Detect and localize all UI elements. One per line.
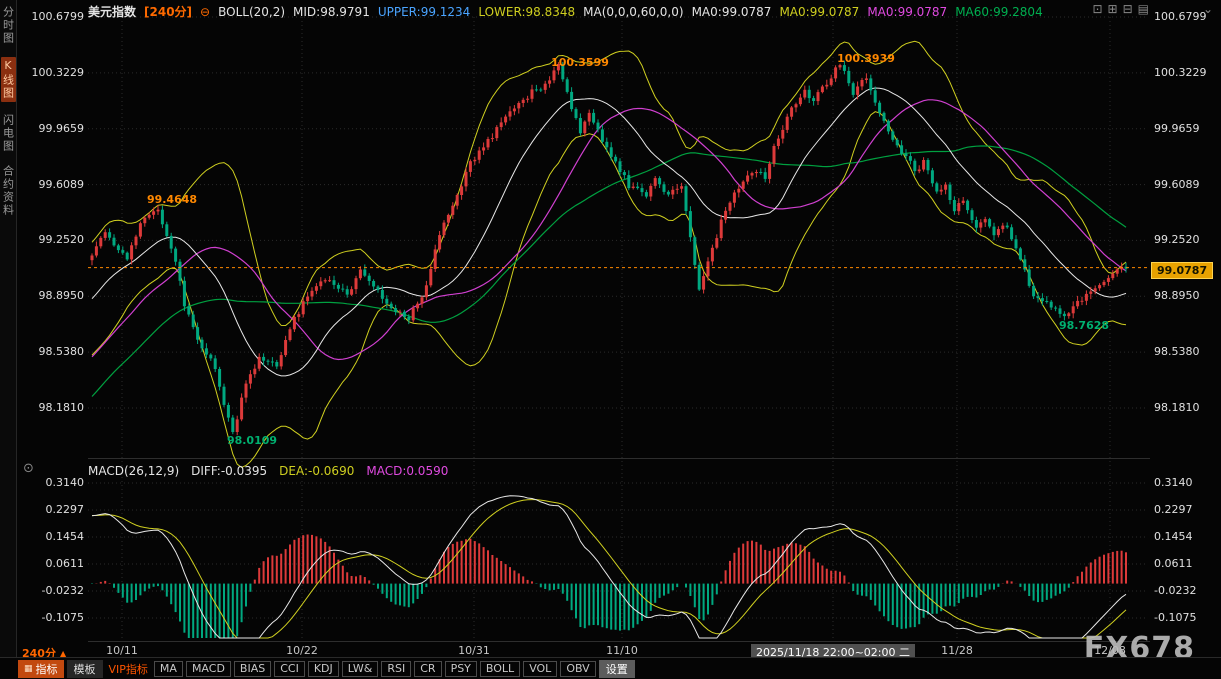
trading-app-window: 分时图 K线图闪电图合约资料 美元指数 [240分] ⊖ BOLL(20,2) M… <box>0 0 1221 679</box>
toolbar-button-ma[interactable]: MA <box>154 661 183 677</box>
price-tick-label: 98.1810 <box>1154 402 1218 414</box>
toolbar-button-lwr[interactable]: LW& <box>342 661 379 677</box>
date-tick-label: 11/28 <box>941 644 973 657</box>
sidebar-tab-time-chart[interactable]: 分时图 <box>1 6 16 45</box>
layout-rows-icon[interactable]: ⊟ <box>1123 2 1133 16</box>
toolbar-button-bias[interactable]: BIAS <box>234 661 271 677</box>
macd-tick-label: 0.2297 <box>1154 504 1218 516</box>
swing-high-label: 100.3599 <box>551 56 609 69</box>
price-tick-label: 99.2520 <box>24 234 84 246</box>
price-tick-label: 98.5380 <box>24 346 84 358</box>
sidebar-tab-kline-chart[interactable]: K线图 <box>1 57 16 102</box>
zoom-out-icon[interactable]: ⊖ <box>200 5 210 19</box>
sidebar: 分时图 K线图闪电图合约资料 <box>0 0 17 679</box>
ma-label: MA(0,0,0,60,0,0) <box>583 5 683 19</box>
toolbar-button-cr[interactable]: CR <box>414 661 441 677</box>
indicator-toolbar: ▦指标模板VIP指标MAMACDBIASCCIKDJLW&RSICRPSYBOL… <box>18 659 635 678</box>
toolbar-button-rsi[interactable]: RSI <box>381 661 411 677</box>
date-tick-label: 10/11 <box>106 644 138 657</box>
price-tick-label: 98.1810 <box>24 402 84 414</box>
swing-high-label: 100.3939 <box>837 52 895 65</box>
price-tick-label: 100.3229 <box>1154 67 1218 79</box>
panel-collapse-icon[interactable]: ⌄ <box>1203 2 1213 16</box>
boll-label: BOLL(20,2) <box>218 5 285 19</box>
boll-mid-value: MID:98.9791 <box>293 5 370 19</box>
macd-tick-label: 0.3140 <box>1154 477 1218 489</box>
price-tick-label: 99.9659 <box>1154 123 1218 135</box>
ma0-value-3: MA0:99.0787 <box>867 5 947 19</box>
swing-low-label: 98.0109 <box>227 434 277 447</box>
toolbar-button-template[interactable]: 模板 <box>67 660 103 678</box>
macd-tick-label: 0.0611 <box>24 558 84 570</box>
date-tick-label: 10/22 <box>286 644 318 657</box>
macd-tick-label: 0.1454 <box>1154 531 1218 543</box>
macd-tick-label: 0.2297 <box>24 504 84 516</box>
indicator-header: 美元指数 [240分] ⊖ BOLL(20,2) MID:98.9791 UPP… <box>88 4 1043 19</box>
macd-header: MACD(26,12,9) DIFF:-0.0395 DEA:-0.0690 M… <box>88 464 448 478</box>
toolbar-button-indicator[interactable]: ▦指标 <box>18 660 64 678</box>
layout-icons: ⊡ ⊞ ⊟ ▤ <box>1092 2 1149 16</box>
date-tick-label: 11/10 <box>606 644 638 657</box>
sidebar-tab-contract-info[interactable]: 合约资料 <box>1 165 16 217</box>
left-price-axis: 100.6799 100.3229 99.9659 99.6089 99.2520 98.… <box>24 0 84 660</box>
macd-tick-label: -0.1075 <box>1154 612 1218 624</box>
sidebar-tab-flash-chart[interactable]: 闪电图 <box>1 114 16 153</box>
toolbar-button-obv[interactable]: OBV <box>560 661 595 677</box>
macd-diff-value: DIFF:-0.0395 <box>191 464 267 478</box>
price-tick-label: 98.8950 <box>24 290 84 302</box>
period-badge[interactable]: [240分] <box>144 3 192 20</box>
swing-high-label: 99.4648 <box>147 193 197 206</box>
price-tick-label: 98.5380 <box>1154 346 1218 358</box>
indicator-grid-icon: ▦ <box>24 664 33 674</box>
boll-lower-value: LOWER:98.8348 <box>478 5 575 19</box>
toolbar-button-boll[interactable]: BOLL <box>480 661 520 677</box>
boll-upper-value: UPPER:99.1234 <box>378 5 470 19</box>
macd-tick-label: 0.3140 <box>24 477 84 489</box>
right-price-axis: 100.6799100.322999.965999.608999.252098.… <box>1154 0 1218 660</box>
macd-label: MACD(26,12,9) <box>88 464 179 478</box>
macd-tick-label: -0.1075 <box>24 612 84 624</box>
price-tick-label: 99.6089 <box>24 179 84 191</box>
toolbar-button-psy[interactable]: PSY <box>445 661 477 677</box>
macd-tick-label: -0.0232 <box>24 585 84 597</box>
price-tick-label: 99.6089 <box>1154 179 1218 191</box>
bottom-toolbar-bar: ▦指标模板VIP指标MAMACDBIASCCIKDJLW&RSICRPSYBOL… <box>0 657 1221 679</box>
macd-collapse-icon[interactable]: ⊙ <box>23 461 34 476</box>
ma0-value-1: MA0:99.0787 <box>692 5 772 19</box>
layout-single-icon[interactable]: ⊡ <box>1092 2 1102 16</box>
macd-tick-label: -0.0232 <box>1154 585 1218 597</box>
price-tick-label: 100.3229 <box>24 67 84 79</box>
price-tick-label: 98.8950 <box>1154 290 1218 302</box>
toolbar-button-macd[interactable]: MACD <box>186 661 231 677</box>
symbol-title: 美元指数 <box>88 3 136 20</box>
toolbar-button-settings[interactable]: 设置 <box>599 660 635 678</box>
price-tick-label: 99.2520 <box>1154 234 1218 246</box>
toolbar-button-kdj[interactable]: KDJ <box>308 661 339 677</box>
macd-dea-value: DEA:-0.0690 <box>279 464 354 478</box>
macd-tick-label: 0.1454 <box>24 531 84 543</box>
price-tick-label: 99.9659 <box>24 123 84 135</box>
main-chart-canvas[interactable] <box>88 0 1150 660</box>
macd-tick-label: 0.0611 <box>1154 558 1218 570</box>
date-tick-label: 10/31 <box>458 644 490 657</box>
toolbar-button-vol[interactable]: VOL <box>523 661 557 677</box>
layout-list-icon[interactable]: ▤ <box>1138 2 1149 16</box>
swing-low-label: 98.7628 <box>1059 319 1109 332</box>
ma60-value: MA60:99.2804 <box>955 5 1043 19</box>
toolbar-button-cci[interactable]: CCI <box>274 661 305 677</box>
ma0-value-2: MA0:99.0787 <box>779 5 859 19</box>
macd-value: MACD:0.0590 <box>366 464 448 478</box>
last-price-badge: 99.0787 <box>1151 262 1213 279</box>
price-tick-label: 100.6799 <box>24 11 84 23</box>
layout-grid-icon[interactable]: ⊞ <box>1108 2 1118 16</box>
toolbar-button-vip-indicator[interactable]: VIP指标 <box>106 660 151 678</box>
